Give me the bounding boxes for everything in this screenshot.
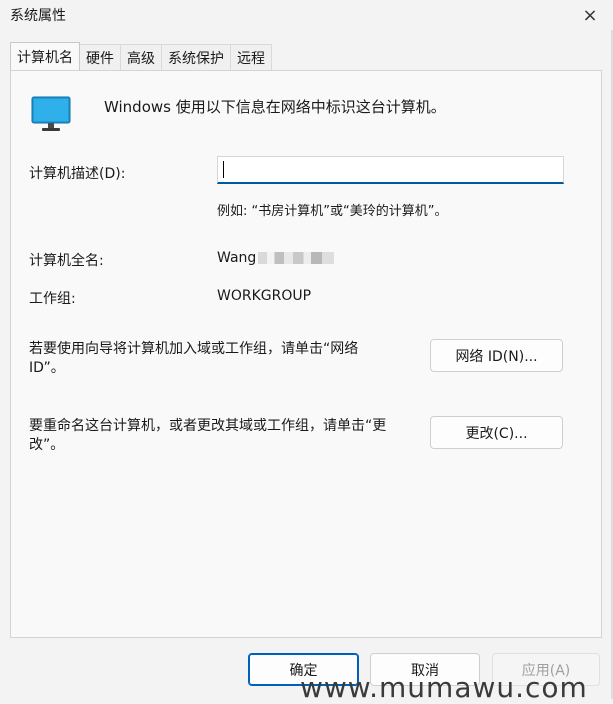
rename-text: 要重命名这台计算机，或者更改其域或工作组，请单击“更改”。	[29, 418, 387, 453]
description-example: 例如: “书房计算机”或“美玲的计算机”。	[217, 204, 448, 219]
close-button[interactable]: ×	[575, 2, 605, 28]
tab-computer-name[interactable]: 计算机名	[10, 42, 80, 70]
intro-text: Windows 使用以下信息在网络中标识这台计算机。	[104, 98, 446, 116]
workgroup-value: WORKGROUP	[217, 288, 312, 304]
title-bar: 系统属性 ×	[0, 0, 613, 30]
tab-hardware[interactable]: 硬件	[79, 44, 121, 70]
text-caret	[223, 161, 224, 178]
watermark-text: www.mumawu.com	[300, 671, 588, 704]
tab-system-protection[interactable]: 系统保护	[161, 44, 231, 70]
close-icon: ×	[582, 4, 598, 26]
network-id-text: 若要使用向导将计算机加入域或工作组，请单击“网络ID”。	[29, 341, 359, 376]
redacted-blur	[258, 252, 335, 264]
full-name-label: 计算机全名:	[29, 253, 104, 269]
tab-advanced[interactable]: 高级	[120, 44, 162, 70]
computer-description-input[interactable]	[217, 156, 564, 184]
description-label: 计算机描述(D):	[29, 166, 126, 182]
window-title: 系统属性	[10, 8, 66, 24]
tab-panel: Windows 使用以下信息在网络中标识这台计算机。 计算机描述(D): 例如:…	[10, 70, 602, 638]
computer-monitor-icon	[31, 96, 71, 131]
full-name-value: Wang	[217, 250, 335, 266]
tab-bar: 计算机名 硬件 高级 系统保护 远程	[10, 42, 272, 70]
tab-remote[interactable]: 远程	[230, 44, 272, 70]
workgroup-label: 工作组:	[29, 291, 76, 307]
network-id-button[interactable]: 网络 ID(N)...	[430, 339, 563, 372]
change-button[interactable]: 更改(C)...	[430, 416, 563, 449]
